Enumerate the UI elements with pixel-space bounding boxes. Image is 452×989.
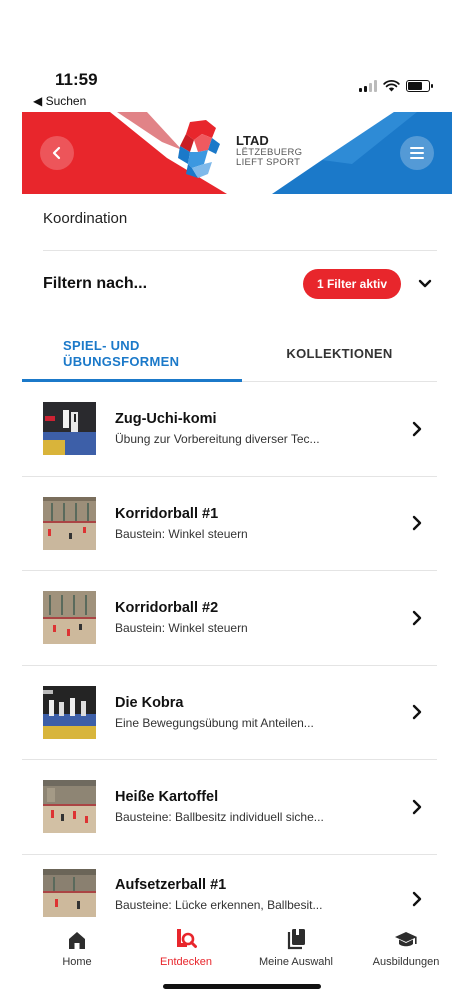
- list-item[interactable]: Aufsetzerball #1 Bausteine: Lücke erkenn…: [22, 855, 437, 925]
- exercise-list: Zug-Uchi-komi Übung zur Vorbereitung div…: [22, 382, 437, 925]
- list-item[interactable]: Korridorball #2 Baustein: Winkel steuern: [22, 571, 437, 666]
- content-tabs: SPIEL- UND ÜBUNGSFORMEN KOLLEKTIONEN: [22, 326, 437, 382]
- divider: [43, 250, 437, 251]
- app-header: LTAD LËTZEBUERG LIEFT SPORT: [22, 112, 452, 194]
- home-indicator: [163, 984, 321, 989]
- chevron-right-icon: [412, 610, 422, 625]
- filter-expand-button[interactable]: [413, 279, 437, 289]
- item-subtitle: Bausteine: Ballbesitz individuell siche.…: [115, 810, 324, 825]
- list-item[interactable]: Korridorball #1 Baustein: Winkel steuern: [22, 477, 437, 571]
- tabbar-education-label: Ausbildungen: [372, 956, 440, 968]
- list-item[interactable]: Heiße Kartoffel Bausteine: Ballbesitz in…: [22, 760, 437, 855]
- chevron-right-icon: [412, 516, 422, 531]
- chevron-right-icon: [412, 799, 422, 814]
- exercise-thumbnail: [43, 780, 96, 834]
- back-to-app-link[interactable]: ◀ Suchen: [33, 94, 86, 108]
- tabbar-education[interactable]: Ausbildungen: [351, 928, 452, 968]
- logo-line-3: LIEFT SPORT: [236, 156, 301, 168]
- item-title: Zug-Uchi-komi: [115, 411, 217, 428]
- exercise-thumbnail: [43, 685, 96, 739]
- active-filter-badge[interactable]: 1 Filter aktiv: [302, 269, 401, 299]
- item-subtitle: Eine Bewegungsübung mit Anteilen...: [115, 715, 314, 730]
- tabbar-selection[interactable]: Meine Auswahl: [241, 928, 351, 968]
- logo-text: LTAD LËTZEBUERG LIEFT SPORT: [236, 134, 302, 168]
- item-title: Korridorball #2: [115, 600, 219, 617]
- status-bar: 11:59 ◀ Suchen: [0, 0, 452, 112]
- status-time: 11:59: [55, 70, 98, 89]
- item-title: Korridorball #1: [115, 505, 219, 522]
- list-item[interactable]: Die Kobra Eine Bewegungsübung mit Anteil…: [22, 666, 437, 760]
- home-icon: [69, 932, 85, 949]
- tabbar-discover-label: Entdecken: [160, 956, 212, 968]
- tabbar-selection-label: Meine Auswahl: [259, 956, 333, 968]
- filter-label: Filtern nach...: [43, 275, 148, 292]
- menu-button[interactable]: [400, 136, 434, 170]
- breadcrumb: Koordination: [43, 210, 128, 227]
- item-subtitle: Übung zur Vorbereitung diverser Tec...: [115, 432, 320, 447]
- exercise-thumbnail: [43, 868, 96, 917]
- exercise-thumbnail: [43, 402, 96, 456]
- discover-search-icon: [177, 929, 197, 948]
- bottom-tab-bar: Home Entdecken Meine Auswahl Ausbildunge…: [0, 920, 452, 989]
- hamburger-icon: [410, 147, 424, 159]
- exercise-thumbnail: [43, 591, 96, 645]
- tab-kollektionen[interactable]: KOLLEKTIONEN: [242, 326, 437, 381]
- item-subtitle: Bausteine: Lücke erkennen, Ballbesit...: [115, 897, 323, 912]
- exercise-thumbnail: [43, 496, 96, 550]
- item-title: Die Kobra: [115, 694, 184, 711]
- tabbar-discover[interactable]: Entdecken: [131, 928, 241, 968]
- chevron-right-icon: [412, 421, 422, 436]
- item-subtitle: Baustein: Winkel steuern: [115, 621, 248, 636]
- back-button[interactable]: [40, 136, 74, 170]
- battery-icon: [406, 80, 433, 92]
- tab-spiel-und-uebungsformen[interactable]: SPIEL- UND ÜBUNGSFORMEN: [22, 326, 242, 382]
- item-title: Heiße Kartoffel: [115, 789, 219, 806]
- chevron-right-icon: [412, 705, 422, 720]
- tabbar-home-label: Home: [62, 956, 92, 968]
- wifi-icon: [383, 80, 400, 92]
- tabbar-home[interactable]: Home: [22, 928, 132, 968]
- collection-icon: [287, 929, 305, 950]
- chevron-right-icon: [412, 891, 422, 906]
- chevron-left-icon: [52, 146, 61, 160]
- list-item[interactable]: Zug-Uchi-komi Übung zur Vorbereitung div…: [22, 382, 437, 477]
- logo-title: LTAD: [236, 133, 269, 149]
- status-icons: [359, 80, 433, 92]
- item-title: Aufsetzerball #1: [115, 876, 227, 893]
- item-subtitle: Baustein: Winkel steuern: [115, 526, 248, 541]
- filter-row[interactable]: Filtern nach... 1 Filter aktiv: [43, 262, 437, 306]
- ltad-logo: LTAD LËTZEBUERG LIEFT SPORT: [172, 118, 302, 184]
- chevron-down-icon: [418, 279, 432, 288]
- lion-logo-icon: [178, 120, 220, 178]
- graduation-cap-icon: [395, 932, 417, 947]
- signal-icon: [359, 80, 377, 92]
